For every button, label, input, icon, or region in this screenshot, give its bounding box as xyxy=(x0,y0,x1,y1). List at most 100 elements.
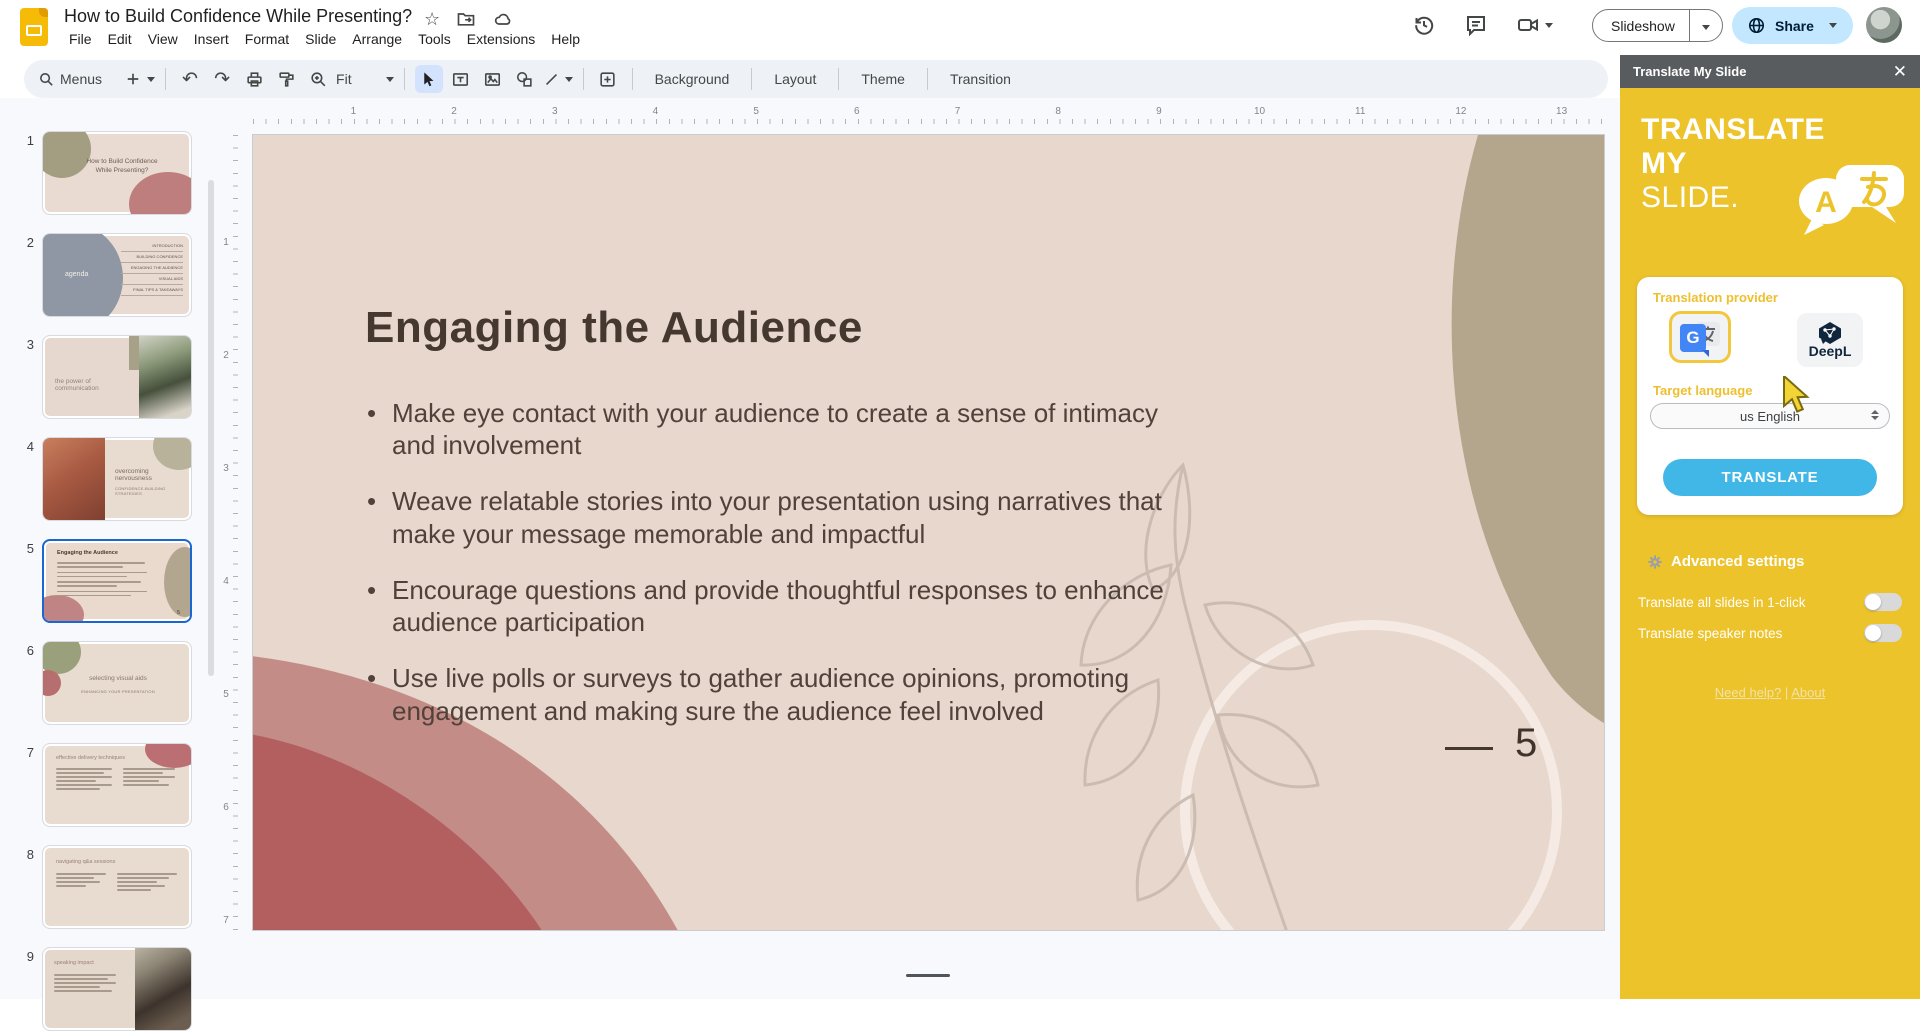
slide-bullet[interactable]: Weave relatable stories into your presen… xyxy=(365,485,1175,549)
print-button[interactable] xyxy=(240,65,268,93)
slide-thumbnail-6[interactable]: selecting visual aids ENHANCING YOUR PRE… xyxy=(42,641,192,725)
comments-icon[interactable] xyxy=(1464,13,1488,37)
slide-thumbnail-1[interactable]: How to Build Confidence While Presenting… xyxy=(42,131,192,215)
translation-card: Translation provider G DeepL Targ xyxy=(1637,277,1903,515)
menu-item[interactable]: Tools xyxy=(411,29,458,49)
slide-thumbnail-4[interactable]: overcoming nervousness CONFIDENCE-BUILDI… xyxy=(42,437,192,521)
slide-thumbnail-2[interactable]: agenda INTRODUCTION BUILDING CONFIDENCE … xyxy=(42,233,192,317)
cloud-status-icon[interactable] xyxy=(492,9,514,30)
undo-button[interactable]: ↶ xyxy=(176,65,204,93)
thumb-text-lines xyxy=(117,873,177,893)
thumb-subtitle: CONFIDENCE-BUILDING STRATEGIES xyxy=(115,486,191,496)
version-history-icon[interactable] xyxy=(1412,13,1436,37)
insert-shape-icon[interactable] xyxy=(511,65,539,93)
about-link[interactable]: About xyxy=(1791,685,1825,700)
chevron-down-icon xyxy=(386,77,394,82)
slideshow-dropdown[interactable] xyxy=(1690,17,1722,35)
share-button[interactable]: Share xyxy=(1732,7,1853,44)
headline-line-1: TRANSLATE xyxy=(1641,113,1825,147)
move-folder-icon[interactable] xyxy=(456,9,476,30)
slide-bullet[interactable]: Encourage questions and provide thoughtf… xyxy=(365,574,1175,638)
advanced-settings-row[interactable]: Advanced settings xyxy=(1647,553,1804,570)
toc-item: BUILDING CONFIDENCE xyxy=(121,252,183,263)
insert-placeholder-icon[interactable] xyxy=(594,65,622,93)
document-title[interactable]: How to Build Confidence While Presenting… xyxy=(64,6,412,27)
google-translate-icon-front: G xyxy=(1680,324,1706,352)
slide-thumbnail-5-selected[interactable]: Engaging the Audience 5 xyxy=(42,539,192,623)
thumbnail-row: 3 the power of communication xyxy=(10,335,192,419)
rose-blob-shape xyxy=(42,595,84,623)
star-icon[interactable]: ☆ xyxy=(424,9,440,30)
menu-item[interactable]: Edit xyxy=(101,29,139,49)
app-header: How to Build Confidence While Presenting… xyxy=(0,0,1920,55)
zoom-value: Fit xyxy=(336,71,352,87)
menu-item[interactable]: Help xyxy=(544,29,587,49)
slide-number: 6 xyxy=(10,641,34,725)
thumb-text-lines xyxy=(56,873,106,889)
chevron-down-icon[interactable] xyxy=(1829,23,1837,28)
thumb-text-lines xyxy=(123,768,175,788)
redo-button[interactable]: ↷ xyxy=(208,65,236,93)
translate-speaker-notes-toggle[interactable] xyxy=(1864,624,1902,642)
toc-item: FINAL TIPS & TAKEAWAYS xyxy=(121,285,183,296)
logo-fold xyxy=(39,8,48,17)
slide-thumbnail-9[interactable]: speaking impact xyxy=(42,947,192,1031)
thumb-subtitle: ENHANCING YOUR PRESENTATION xyxy=(43,689,192,694)
zoom-in-icon[interactable] xyxy=(304,65,332,93)
need-help-link[interactable]: Need help? xyxy=(1715,685,1782,700)
user-avatar[interactable] xyxy=(1866,7,1902,43)
ruler-number: 3 xyxy=(218,412,234,525)
target-language-select[interactable]: us English xyxy=(1650,403,1890,429)
transition-button[interactable]: Transition xyxy=(938,65,1023,93)
agenda-toc: INTRODUCTION BUILDING CONFIDENCE ENGAGIN… xyxy=(121,241,183,296)
translate-all-slides-toggle[interactable] xyxy=(1864,593,1902,611)
google-slides-logo[interactable] xyxy=(20,8,48,46)
slide-title[interactable]: Engaging the Audience xyxy=(365,303,863,353)
insert-line-icon[interactable] xyxy=(543,65,573,93)
layout-button[interactable]: Layout xyxy=(762,65,828,93)
menu-item[interactable]: File xyxy=(62,29,99,49)
menu-item[interactable]: Arrange xyxy=(345,29,409,49)
ruler-number: 3 xyxy=(504,106,605,117)
thumb-photo xyxy=(135,948,191,1031)
toolbar-divider xyxy=(165,68,166,90)
menu-item[interactable]: Extensions xyxy=(460,29,542,49)
thumbnail-row: 8 navigating q&a sessions xyxy=(10,845,192,929)
deepl-label: DeepL xyxy=(1809,343,1852,359)
slideshow-button[interactable]: Slideshow xyxy=(1592,9,1723,42)
slide-bullet[interactable]: Make eye contact with your audience to c… xyxy=(365,397,1175,461)
panel-header: Translate My Slide ✕ xyxy=(1620,55,1920,88)
zoom-select[interactable]: Fit xyxy=(336,65,394,93)
new-slide-button[interactable] xyxy=(124,65,155,93)
menu-item[interactable]: Slide xyxy=(298,29,343,49)
slide-body-text[interactable]: Make eye contact with your audience to c… xyxy=(365,397,1175,751)
meet-camera-button[interactable] xyxy=(1516,13,1553,37)
text-box-icon[interactable] xyxy=(447,65,475,93)
menu-item[interactable]: Insert xyxy=(187,29,236,49)
translate-speaker-notes-row: Translate speaker notes xyxy=(1638,624,1902,642)
filmstrip-scrollbar[interactable] xyxy=(208,180,214,676)
menu-item[interactable]: View xyxy=(141,29,185,49)
menus-search-button[interactable]: Menus xyxy=(34,65,106,93)
speaker-notes-divider-handle[interactable] xyxy=(906,974,950,977)
slide-thumbnail-7[interactable]: effective delivery techniques xyxy=(42,743,192,827)
chevron-down-icon xyxy=(1545,23,1553,28)
slide-canvas[interactable]: Engaging the Audience Make eye contact w… xyxy=(253,135,1604,930)
slide-thumbnail-3[interactable]: the power of communication xyxy=(42,335,192,419)
slide-thumbnail-8[interactable]: navigating q&a sessions xyxy=(42,845,192,929)
deepl-provider-option[interactable]: DeepL xyxy=(1797,313,1863,367)
menu-item[interactable]: Format xyxy=(238,29,296,49)
thumbnail-row: 1 How to Build Confidence While Presenti… xyxy=(10,131,192,215)
translate-button[interactable]: TRANSLATE xyxy=(1663,459,1877,496)
insert-image-icon[interactable] xyxy=(479,65,507,93)
theme-button[interactable]: Theme xyxy=(849,65,917,93)
paint-format-icon[interactable] xyxy=(272,65,300,93)
slide-bullet[interactable]: Use live polls or surveys to gather audi… xyxy=(365,662,1175,726)
select-updown-icon xyxy=(1871,410,1879,420)
translate-speaker-notes-label: Translate speaker notes xyxy=(1638,626,1782,641)
google-translate-provider-selected[interactable]: G xyxy=(1669,311,1731,363)
translate-all-slides-row: Translate all slides in 1-click xyxy=(1638,593,1902,611)
select-tool-button[interactable] xyxy=(415,65,443,93)
close-icon[interactable]: ✕ xyxy=(1893,63,1907,80)
background-button[interactable]: Background xyxy=(643,65,742,93)
